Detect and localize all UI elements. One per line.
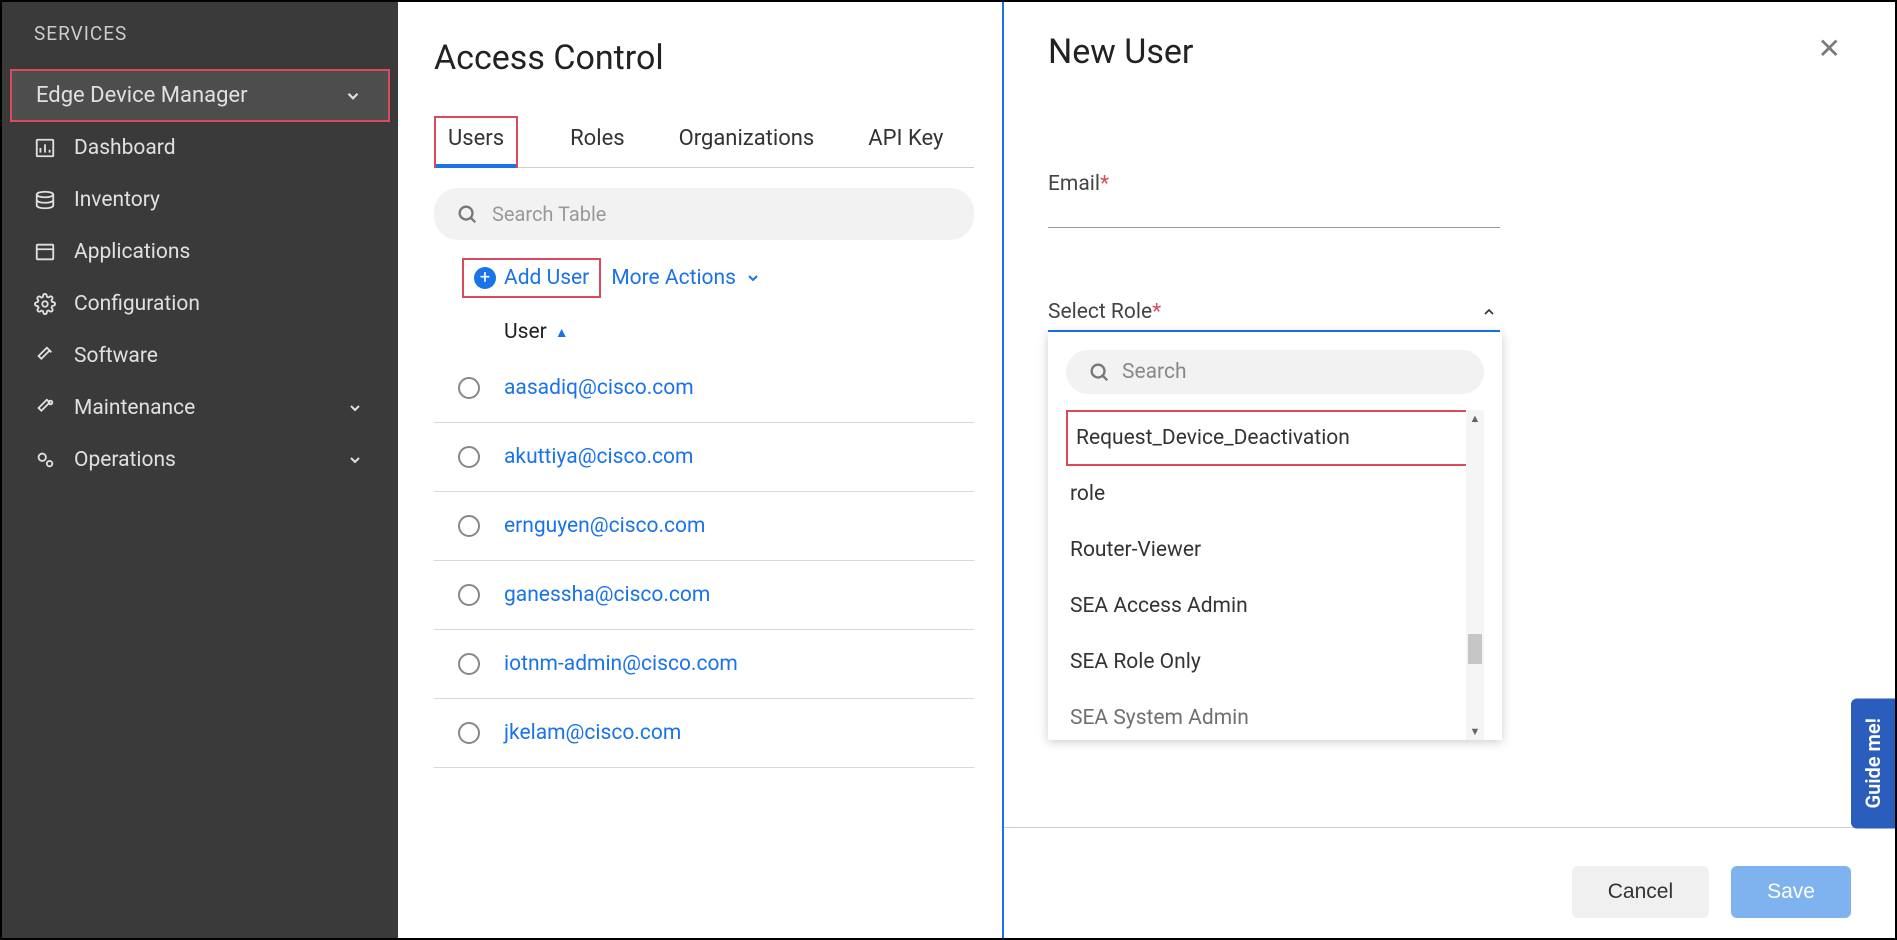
- add-user-label: Add User: [504, 266, 589, 290]
- table-row: iotnm-admin@cisco.com: [434, 630, 974, 699]
- row-radio[interactable]: [458, 515, 480, 537]
- inventory-icon: [34, 189, 56, 211]
- sidebar-section-label: Edge Device Manager: [36, 83, 248, 108]
- software-icon: [34, 345, 56, 367]
- role-option[interactable]: SEA Role Only: [1066, 634, 1484, 690]
- sidebar-item-maintenance[interactable]: Maintenance: [2, 382, 398, 434]
- scroll-thumb[interactable]: [1468, 634, 1482, 664]
- add-user-button[interactable]: + Add User: [462, 258, 601, 298]
- scroll-down-icon[interactable]: ▼: [1466, 725, 1484, 738]
- chevron-down-icon: [344, 397, 366, 419]
- sidebar-item-configuration[interactable]: Configuration: [2, 278, 398, 330]
- close-icon[interactable]: ✕: [1818, 32, 1841, 65]
- role-option[interactable]: Router-Viewer: [1066, 522, 1484, 578]
- table-row: ganessha@cisco.com: [434, 561, 974, 630]
- panel-title: New User: [1048, 32, 1193, 72]
- row-radio[interactable]: [458, 446, 480, 468]
- configuration-icon: [34, 293, 56, 315]
- more-actions-dropdown[interactable]: More Actions: [611, 266, 764, 290]
- new-user-panel: New User ✕ Email* Select Role*: [1004, 2, 1895, 938]
- role-select[interactable]: Select Role*: [1048, 300, 1500, 332]
- sort-asc-icon: ▲: [555, 324, 569, 341]
- sidebar-item-software[interactable]: Software: [2, 330, 398, 382]
- email-label: Email*: [1048, 172, 1500, 196]
- tab-users[interactable]: Users: [434, 116, 518, 168]
- role-option[interactable]: SEA System Admin: [1066, 690, 1484, 740]
- row-radio[interactable]: [458, 584, 480, 606]
- table-row: ernguyen@cisco.com: [434, 492, 974, 561]
- chevron-up-icon: [1478, 301, 1500, 323]
- role-dropdown: Search Request_Device_Deactivation role …: [1048, 332, 1502, 740]
- page-title: Access Control: [434, 38, 974, 78]
- sidebar-item-applications[interactable]: Applications: [2, 226, 398, 278]
- sidebar-item-inventory[interactable]: Inventory: [2, 174, 398, 226]
- maintenance-icon: [34, 397, 56, 419]
- tabs: Users Roles Organizations API Key: [434, 116, 974, 168]
- user-link[interactable]: ganessha@cisco.com: [504, 583, 710, 607]
- sidebar-item-label: Software: [74, 344, 158, 368]
- tab-roles[interactable]: Roles: [568, 116, 626, 167]
- sidebar-item-label: Dashboard: [74, 136, 176, 160]
- sidebar-item-label: Applications: [74, 240, 190, 264]
- table-row: aasadiq@cisco.com: [434, 354, 974, 423]
- sidebar-header: SERVICES: [2, 22, 398, 69]
- chevron-down-icon: [342, 85, 364, 107]
- row-radio[interactable]: [458, 722, 480, 744]
- scrollbar[interactable]: ▲ ▼: [1466, 410, 1484, 740]
- dropdown-search-input[interactable]: Search: [1066, 350, 1484, 394]
- sidebar-item-label: Configuration: [74, 292, 200, 316]
- sidebar-item-label: Maintenance: [74, 396, 326, 420]
- table-row: akuttiya@cisco.com: [434, 423, 974, 492]
- row-radio[interactable]: [458, 377, 480, 399]
- row-radio[interactable]: [458, 653, 480, 675]
- tab-organizations[interactable]: Organizations: [677, 116, 817, 167]
- user-link[interactable]: iotnm-admin@cisco.com: [504, 652, 738, 676]
- email-field[interactable]: [1048, 200, 1500, 228]
- user-link[interactable]: aasadiq@cisco.com: [504, 376, 694, 400]
- search-input[interactable]: Search Table: [434, 188, 974, 240]
- applications-icon: [34, 241, 56, 263]
- role-option[interactable]: SEA Access Admin: [1066, 578, 1484, 634]
- save-button[interactable]: Save: [1731, 866, 1851, 918]
- table-row: jkelam@cisco.com: [434, 699, 974, 768]
- user-link[interactable]: akuttiya@cisco.com: [504, 445, 693, 469]
- role-option[interactable]: role: [1066, 466, 1484, 522]
- sidebar-item-dashboard[interactable]: Dashboard: [2, 122, 398, 174]
- tab-api-key[interactable]: API Key: [866, 116, 945, 167]
- search-icon: [1088, 361, 1110, 383]
- chevron-down-icon: [742, 267, 764, 289]
- sidebar-section-edm[interactable]: Edge Device Manager: [10, 69, 390, 122]
- user-link[interactable]: jkelam@cisco.com: [504, 721, 681, 745]
- column-header-user[interactable]: User ▲: [434, 310, 974, 354]
- sidebar-item-operations[interactable]: Operations: [2, 434, 398, 486]
- cancel-button[interactable]: Cancel: [1572, 866, 1709, 918]
- plus-icon: +: [474, 267, 496, 289]
- divider: [1004, 827, 1895, 828]
- dropdown-search-placeholder: Search: [1122, 360, 1187, 384]
- operations-icon: [34, 449, 56, 471]
- more-actions-label: More Actions: [611, 266, 736, 290]
- user-link[interactable]: ernguyen@cisco.com: [504, 514, 705, 538]
- search-icon: [456, 203, 478, 225]
- search-placeholder: Search Table: [492, 202, 606, 226]
- sidebar-item-label: Operations: [74, 448, 326, 472]
- dashboard-icon: [34, 137, 56, 159]
- sidebar: SERVICES Edge Device Manager Dashboard I…: [2, 2, 398, 938]
- sidebar-item-label: Inventory: [74, 188, 160, 212]
- role-option[interactable]: Request_Device_Deactivation: [1066, 410, 1484, 466]
- guide-me-button[interactable]: Guide me!: [1851, 698, 1895, 828]
- scroll-up-icon[interactable]: ▲: [1466, 412, 1484, 425]
- chevron-down-icon: [344, 449, 366, 471]
- main-content: Access Control Users Roles Organizations…: [398, 2, 1004, 938]
